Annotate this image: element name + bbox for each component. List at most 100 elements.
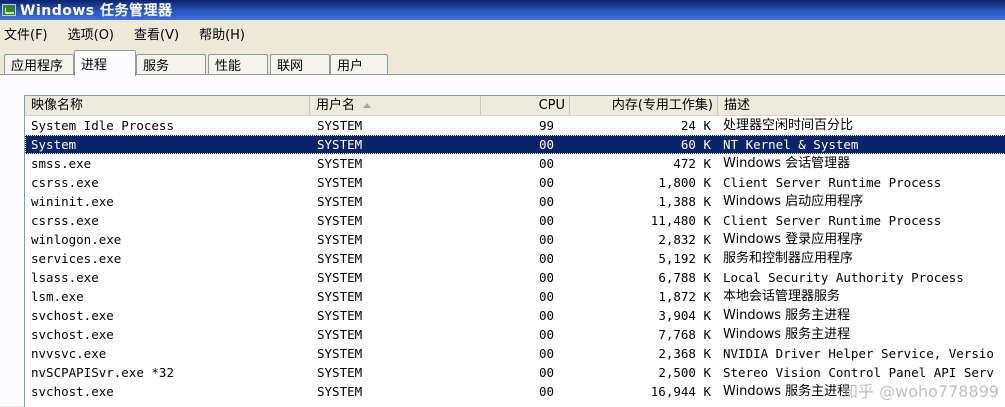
process-memory: 472 K (673, 156, 711, 171)
process-user: SYSTEM (317, 232, 363, 247)
table-row[interactable]: lsm.exe SYSTEM 00 1,872 K 本地会话管理器服务 (25, 287, 1005, 306)
window-title: Windows 任务管理器 (20, 3, 173, 19)
process-memory: 1,388 K (658, 194, 711, 209)
process-description: Client Server Runtime Process (723, 175, 942, 190)
process-name: nvvsvc.exe (31, 346, 107, 361)
menu-help[interactable]: 帮助(H) (199, 24, 245, 43)
process-memory: 1,800 K (658, 175, 711, 190)
column-user-name-label: 用户名 (316, 98, 356, 113)
table-row[interactable]: winlogon.exe SYSTEM 00 2,832 K Windows 登录应用程… (25, 230, 1005, 249)
process-memory: 7,768 K (658, 327, 711, 342)
process-name: smss.exe (31, 156, 92, 171)
tab-strip: 应用程序 进程 服务 性能 联网 用户 (0, 50, 1005, 76)
column-image-name-label: 映像名称 (31, 98, 84, 113)
process-name: svchost.exe (31, 384, 114, 399)
menu-view[interactable]: 查看(V) (134, 24, 179, 43)
process-memory: 3,904 K (658, 308, 711, 323)
table-row[interactable]: svchost.exe SYSTEM 00 7,768 K Windows 服务主进程 (25, 325, 1005, 344)
process-description: Windows 会话管理器 (723, 156, 851, 171)
process-description: Windows 服务主进程 (723, 327, 851, 342)
process-description: NT Kernel & System (723, 137, 859, 152)
process-name: wininit.exe (31, 194, 114, 209)
process-user: SYSTEM (317, 194, 363, 209)
process-name: System Idle Process (31, 118, 174, 133)
tab-performance[interactable]: 性能 (208, 54, 268, 74)
tab-applications[interactable]: 应用程序 (4, 54, 74, 74)
process-name: services.exe (31, 251, 122, 266)
process-user: SYSTEM (317, 346, 363, 361)
process-memory: 60 K (680, 137, 711, 152)
process-description: 处理器空闲时间百分比 (723, 118, 854, 133)
process-user: SYSTEM (317, 175, 363, 190)
process-name: lsm.exe (31, 289, 84, 304)
process-name: System (31, 137, 77, 152)
table-row[interactable]: services.exe SYSTEM 00 5,192 K 服务和控制器应用程序 (25, 249, 1005, 268)
process-memory: 2,368 K (658, 346, 711, 361)
process-name: winlogon.exe (31, 232, 122, 247)
column-description-label: 描述 (724, 98, 751, 113)
tab-networking[interactable]: 联网 (270, 54, 330, 74)
watermark: 知乎 @woho778899 (842, 382, 999, 401)
process-memory: 5,192 K (658, 251, 711, 266)
process-user: SYSTEM (317, 156, 363, 171)
process-user: SYSTEM (317, 213, 363, 228)
process-rows: System Idle Process SYSTEM 99 24 K 处理器空闲时间百分… (25, 116, 1005, 401)
table-row[interactable]: svchost.exe SYSTEM 00 3,904 K Windows 服务主进程 (25, 306, 1005, 325)
process-memory: 2,500 K (658, 365, 711, 380)
column-memory-label: 内存(专用工作集) (611, 98, 713, 113)
process-name: nvSCPAPISvr.exe *32 (31, 365, 174, 380)
table-row[interactable]: System SYSTEM 00 60 K NT Kernel & System (25, 135, 1005, 154)
process-description: Client Server Runtime Process (723, 213, 942, 228)
process-list[interactable]: 映像名称 用户名 CPU 内存(专用工作集) 描述 System Idle Pr… (24, 95, 1005, 407)
process-user: SYSTEM (317, 308, 363, 323)
process-user: SYSTEM (317, 137, 363, 152)
process-description: Local Security Authority Process (723, 270, 964, 285)
table-row[interactable]: csrss.exe SYSTEM 00 11,480 K Client Server R… (25, 211, 1005, 230)
table-row[interactable]: nvvsvc.exe SYSTEM 00 2,368 K NVIDIA Driver H… (25, 344, 1005, 363)
process-memory: 6,788 K (658, 270, 711, 285)
process-description: 服务和控制器应用程序 (723, 251, 854, 266)
tab-processes[interactable]: 进程 (74, 50, 136, 76)
table-row[interactable]: smss.exe SYSTEM 00 472 K Windows 会话管理器 (25, 154, 1005, 173)
tab-users[interactable]: 用户 (330, 54, 388, 74)
process-name: svchost.exe (31, 308, 114, 323)
process-description: Windows 登录应用程序 (723, 232, 864, 247)
process-user: SYSTEM (317, 118, 363, 133)
column-description[interactable]: 描述 (718, 96, 1005, 115)
process-memory: 24 K (680, 118, 711, 133)
menu-options[interactable]: 选项(O) (68, 24, 114, 43)
column-header: 映像名称 用户名 CPU 内存(专用工作集) 描述 (25, 96, 1005, 116)
process-user: SYSTEM (317, 289, 363, 304)
tab-services[interactable]: 服务 (136, 54, 206, 74)
process-user: SYSTEM (317, 384, 363, 399)
processes-panel: 映像名称 用户名 CPU 内存(专用工作集) 描述 System Idle Pr… (0, 75, 1005, 407)
process-memory: 16,944 K (650, 384, 711, 399)
column-cpu-label: CPU (538, 98, 565, 113)
title-bar[interactable]: Windows 任务管理器 (0, 0, 1005, 20)
process-memory: 1,872 K (658, 289, 711, 304)
column-image-name[interactable]: 映像名称 (25, 96, 310, 115)
process-description: 本地会话管理器服务 (723, 289, 841, 304)
table-row[interactable]: lsass.exe SYSTEM 00 6,788 K Local Security A… (25, 268, 1005, 287)
process-user: SYSTEM (317, 270, 363, 285)
menu-file[interactable]: 文件(F) (4, 24, 48, 43)
table-row[interactable]: System Idle Process SYSTEM 99 24 K 处理器空闲时间百分… (25, 116, 1005, 135)
process-name: svchost.exe (31, 327, 114, 342)
table-row[interactable]: wininit.exe SYSTEM 00 1,388 K Windows 启动应用程序 (25, 192, 1005, 211)
process-description: Windows 启动应用程序 (723, 194, 864, 209)
process-memory: 2,832 K (658, 232, 711, 247)
column-memory[interactable]: 内存(专用工作集) (570, 96, 718, 115)
menu-bar: 文件(F) 选项(O) 查看(V) 帮助(H) (0, 20, 1005, 46)
process-description: NVIDIA Driver Helper Service, Versio (723, 346, 994, 361)
process-memory: 11,480 K (650, 213, 711, 228)
column-cpu[interactable]: CPU (481, 96, 570, 115)
table-row[interactable]: csrss.exe SYSTEM 00 1,800 K Client Server Ru… (25, 173, 1005, 192)
process-name: lsass.exe (31, 270, 99, 285)
column-user-name[interactable]: 用户名 (310, 96, 481, 115)
process-description: Windows 服务主进程 (723, 308, 851, 323)
sort-ascending-icon (363, 103, 372, 108)
process-user: SYSTEM (317, 251, 363, 266)
process-name: csrss.exe (31, 213, 99, 228)
process-name: csrss.exe (31, 175, 99, 190)
task-manager-icon (2, 4, 16, 16)
